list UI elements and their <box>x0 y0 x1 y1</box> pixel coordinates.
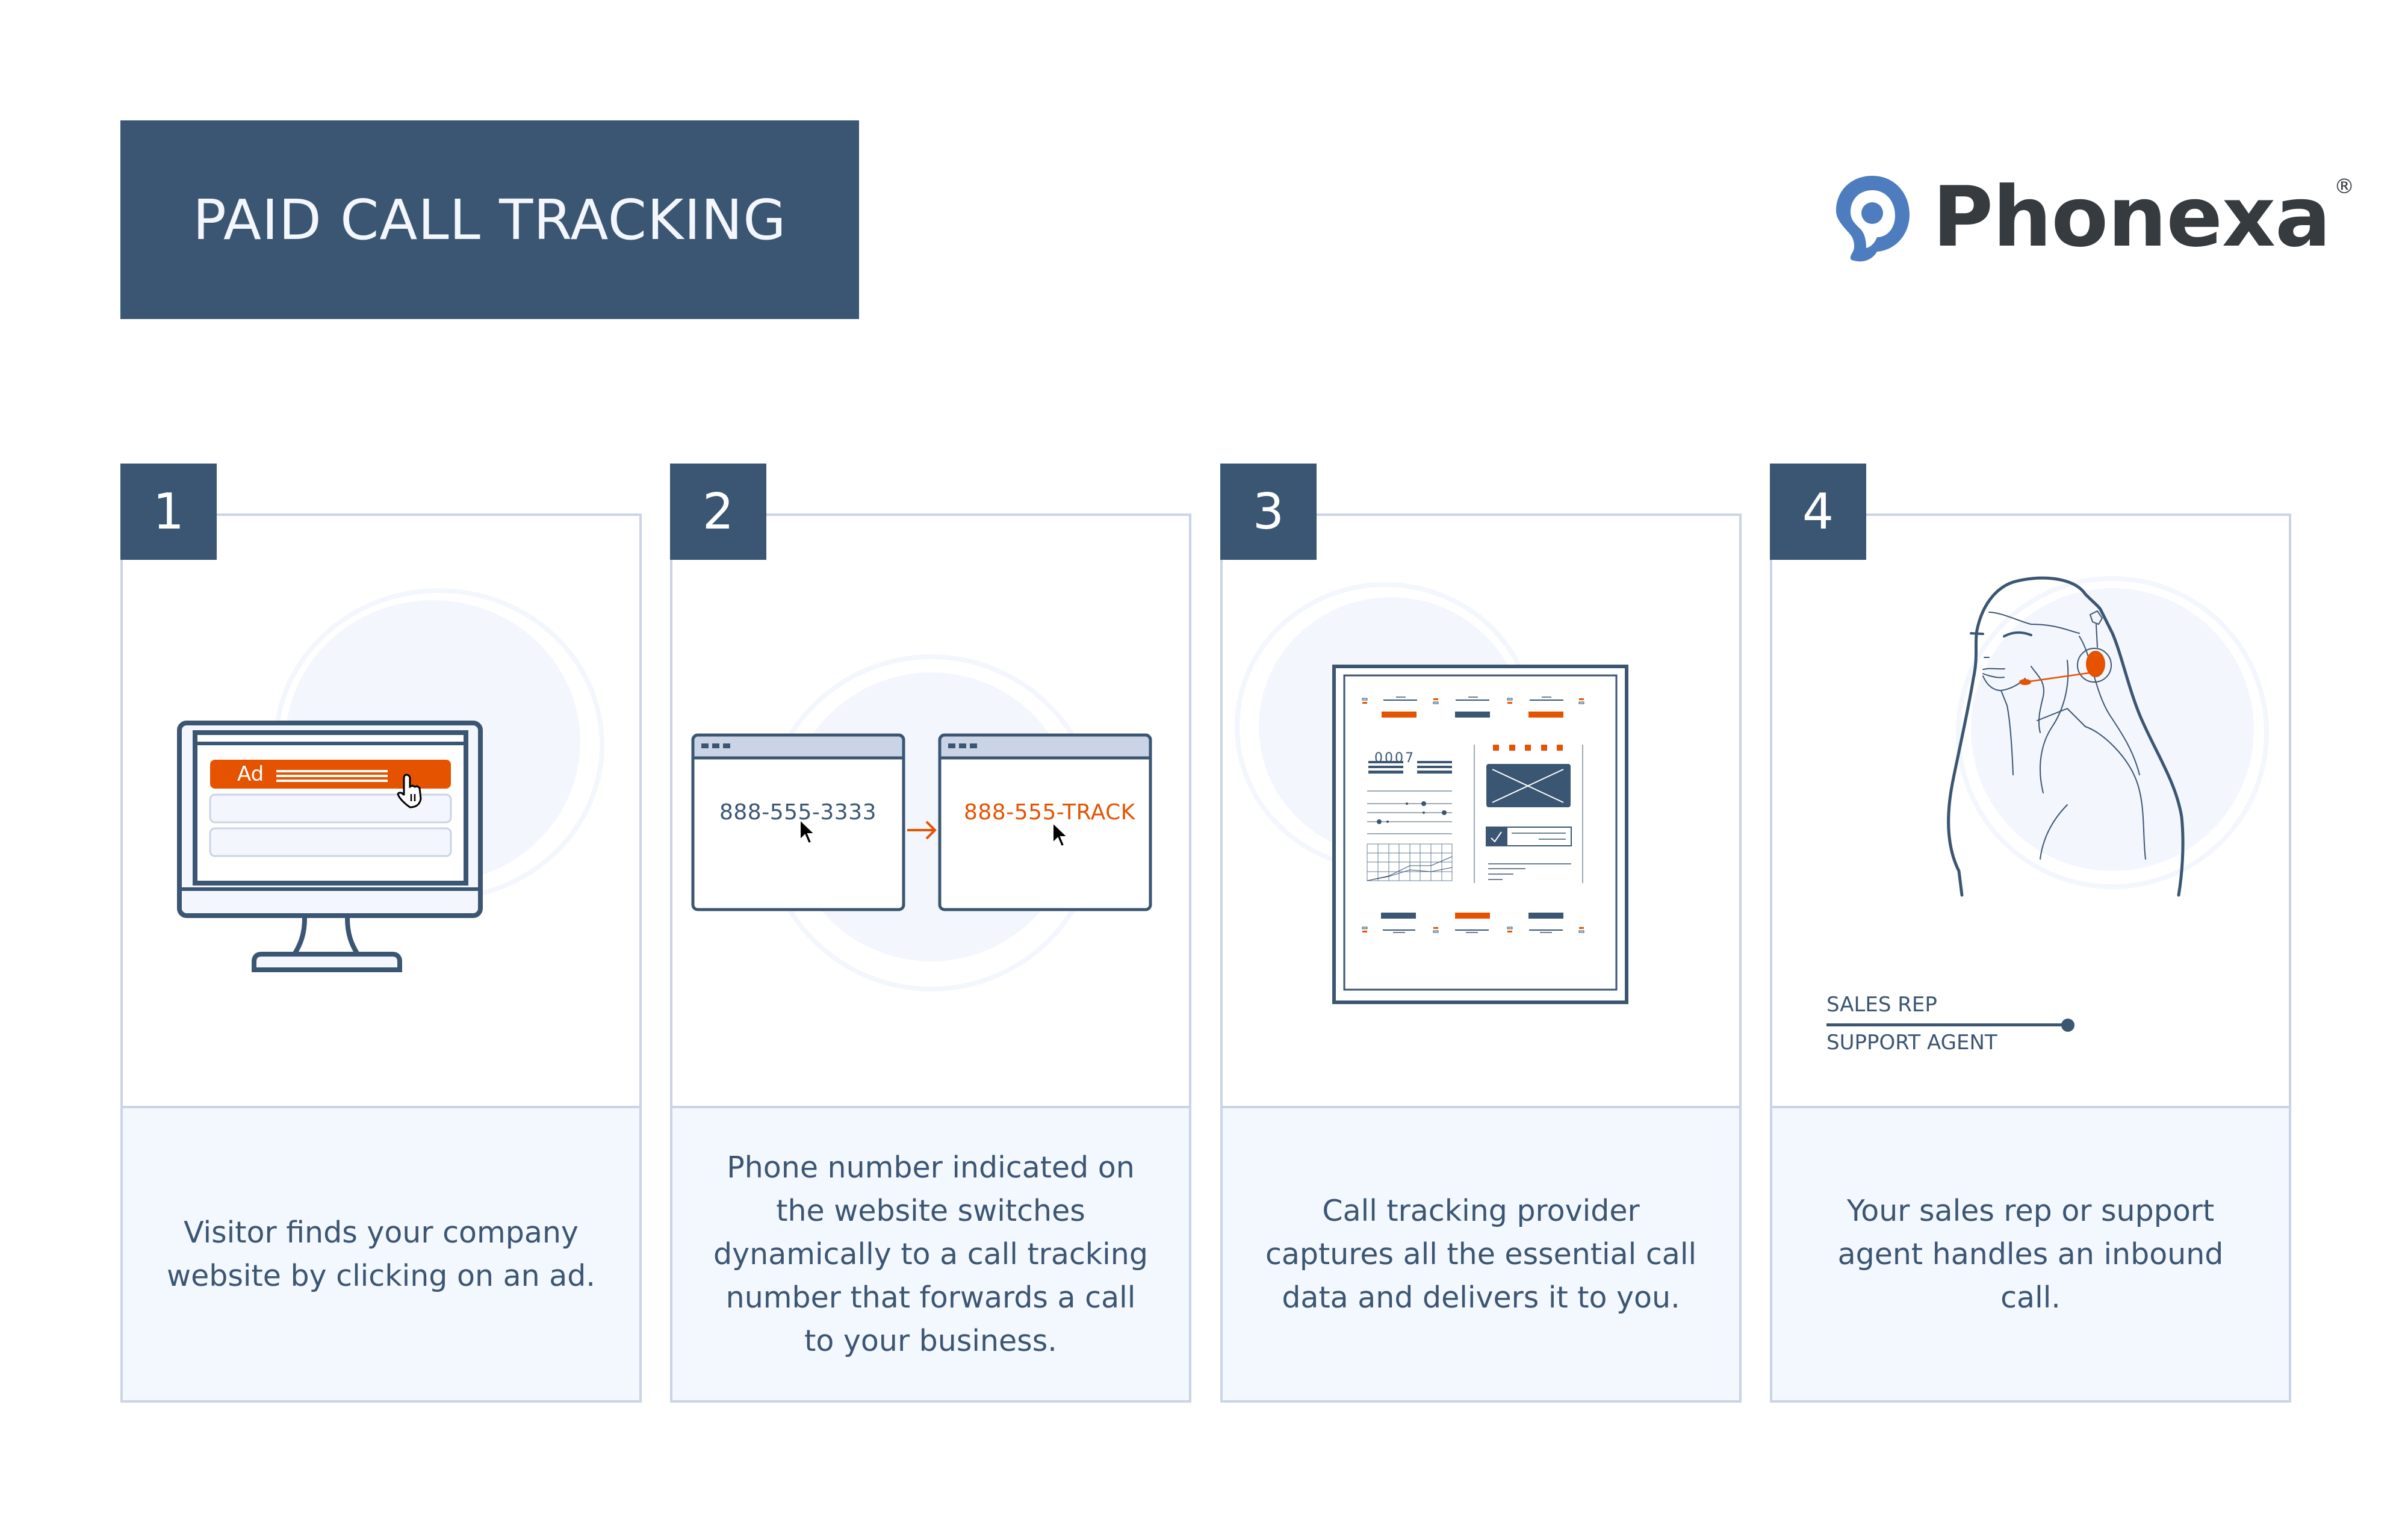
role-label-support-agent: SUPPORT AGENT <box>1826 1031 1997 1055</box>
step-illustration: 888-555-3333 888-555-TRACK <box>672 516 1189 1106</box>
step-number-badge: 3 <box>1220 464 1317 560</box>
step-card-3: 0007 Call tracking provider captures all… <box>1220 513 1742 1403</box>
step-description-panel: Phone number indicated on the website sw… <box>672 1106 1189 1400</box>
browser-windows-number-swap-icon <box>691 733 1152 911</box>
role-label-sales-rep: SALES REP <box>1826 993 1937 1017</box>
arrow-right-icon <box>907 821 937 840</box>
step-card-4: SALES REP SUPPORT AGENT Your sales rep o… <box>1770 513 2291 1403</box>
step-number-badge: 1 <box>120 464 217 560</box>
registered-mark: ® <box>2334 175 2355 199</box>
brand-logo: Phonexa ® <box>1830 169 2354 265</box>
step-illustration: Ad <box>123 516 639 1106</box>
step-card-2: 888-555-3333 888-555-TRACK Phone number … <box>670 513 1191 1403</box>
step-description-panel: Call tracking provider captures all the … <box>1223 1106 1739 1400</box>
title-banner: PAID CALL TRACKING <box>120 120 859 319</box>
headset-mic <box>2019 679 2031 685</box>
ad-label: Ad <box>237 762 264 786</box>
step-card-1: Ad Visitor finds your company website by… <box>120 513 642 1403</box>
original-phone-number: 888-555-3333 <box>719 800 877 825</box>
step-description: Visitor finds your company website by cl… <box>167 1215 595 1293</box>
step-number-badge: 4 <box>1770 464 1866 560</box>
call-data-report-icon <box>1332 665 1628 1004</box>
report-code: 0007 <box>1374 751 1415 766</box>
page-title: PAID CALL TRACKING <box>193 187 787 252</box>
brand-name: Phonexa <box>1932 169 2331 265</box>
step-description: Your sales rep or support agent handles … <box>1837 1193 2224 1315</box>
step-illustration: 0007 <box>1223 516 1739 1106</box>
step-description-panel: Your sales rep or support agent handles … <box>1772 1106 2289 1400</box>
tracking-phone-number: 888-555-TRACK <box>964 800 1135 825</box>
step-description: Phone number indicated on the website sw… <box>713 1150 1148 1358</box>
role-divider <box>1826 1023 2067 1026</box>
phonexa-speech-bubble-icon <box>1836 175 1910 261</box>
step-illustration: SALES REP SUPPORT AGENT <box>1772 516 2289 1106</box>
monitor-with-ad-icon: Ad <box>177 721 483 972</box>
role-divider-dot <box>2061 1019 2074 1032</box>
agent-with-headset-icon <box>1947 576 2185 897</box>
step-description: Call tracking provider captures all the … <box>1265 1193 1697 1315</box>
step-number-badge: 2 <box>670 464 766 560</box>
step-description-panel: Visitor finds your company website by cl… <box>123 1106 639 1400</box>
